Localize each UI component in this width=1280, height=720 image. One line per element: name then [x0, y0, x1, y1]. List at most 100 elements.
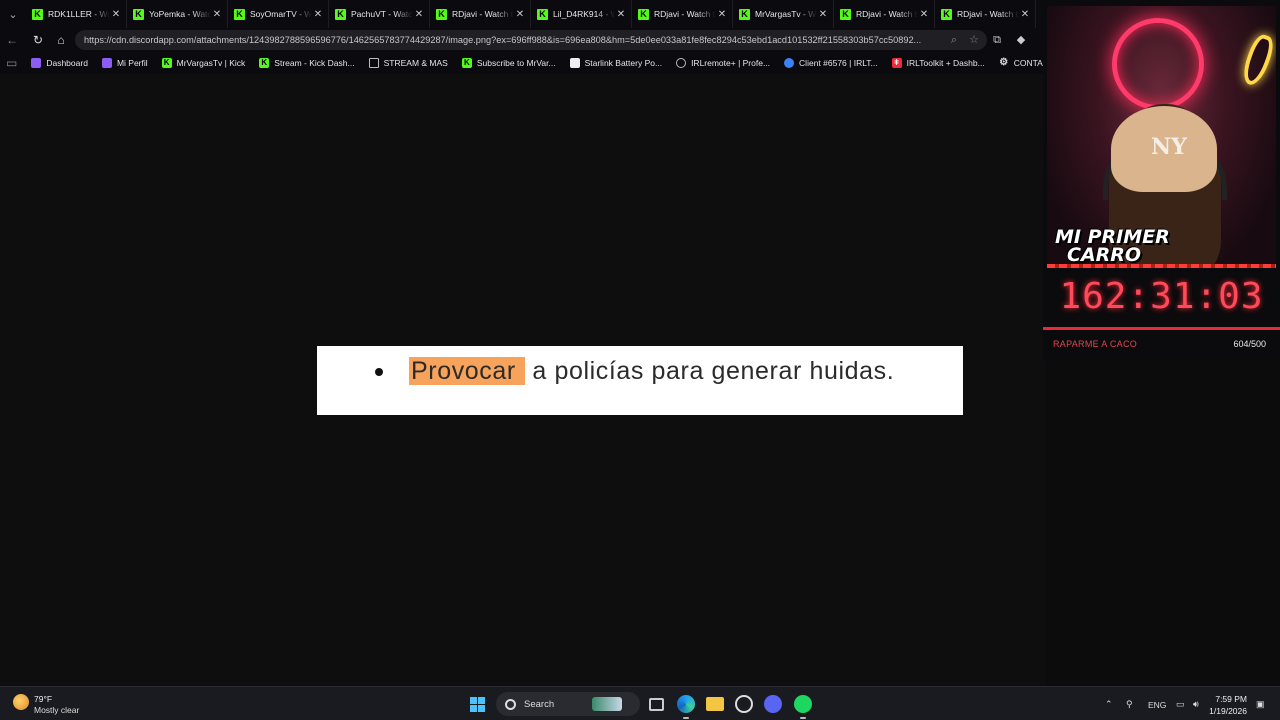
windows-start-icon[interactable] [470, 697, 485, 712]
bookmark-item[interactable]: Dashboard [31, 58, 88, 68]
bookmark-item[interactable]: K Stream - Kick Dash... [259, 58, 355, 68]
bluetooth-tray-icon[interactable]: ⚲ [1126, 699, 1133, 710]
overlay-title-line2: CARRO [1067, 244, 1142, 266]
task-view-icon[interactable] [649, 698, 664, 711]
bookmark-folder-icon [368, 58, 379, 68]
tab-close-icon[interactable]: ✕ [110, 9, 122, 20]
spotify-running-indicator [800, 717, 806, 719]
file-explorer-icon[interactable] [706, 697, 724, 711]
bookmark-label: Subscribe to MrVar... [476, 58, 556, 68]
tab-list-chevron-icon[interactable]: ⌄ [0, 0, 26, 28]
url-text[interactable]: https://cdn.discordapp.com/attachments/1… [84, 35, 929, 45]
slide-sentence: a policías para generar huidas. [524, 357, 895, 385]
bookmark-doc-icon [569, 58, 580, 68]
browser-tab[interactable]: K RDjavi - Watch the✕ [834, 0, 935, 28]
goal-progress-bar [1043, 327, 1280, 330]
browser-tab[interactable]: K RDjavi - Watch the✕ [935, 0, 1036, 28]
obs-icon[interactable] [735, 695, 753, 713]
cam-border [1047, 264, 1276, 268]
search-highlight-icon [592, 697, 623, 711]
bookmark-item[interactable]: Mi Perfil [101, 58, 148, 68]
weather-desc[interactable]: Mostly clear [34, 705, 79, 715]
tab-close-icon[interactable]: ✕ [918, 9, 930, 20]
bookmark-purple-icon [101, 58, 112, 68]
tab-title: RDjavi - Watch the [654, 9, 716, 19]
kick-favicon-icon: K [941, 8, 952, 20]
bookmark-label: STREAM & MAS [383, 58, 448, 68]
favorite-star-icon[interactable]: ☆ [967, 33, 981, 47]
language-indicator[interactable]: ENG [1148, 700, 1166, 710]
profile-icon[interactable]: ◆ [1014, 33, 1028, 47]
bookmark-label: MrVargasTv | Kick [176, 58, 246, 68]
volume-icon[interactable]: 🔊︎ [1193, 699, 1199, 710]
browser-tab[interactable]: K SoyOmarTV - Watch✕ [228, 0, 329, 28]
extensions-icon[interactable]: ⧉ [990, 33, 1004, 47]
tab-close-icon[interactable]: ✕ [716, 9, 728, 20]
tray-overflow-icon[interactable]: ⌃ [1105, 699, 1113, 710]
taskbar-search[interactable]: Search [496, 692, 640, 716]
notification-icon[interactable]: ▣ [1256, 699, 1265, 710]
taskbar: 79°F Mostly clear Search ⌃ ⚲ ENG ▭ 🔊︎ 7:… [0, 686, 1280, 720]
bookmark-item[interactable]: STREAM & MAS [368, 58, 448, 68]
bookmark-item[interactable]: Starlink Battery Po... [569, 58, 663, 68]
browser-tab[interactable]: K RDjavi - Watch the✕ [430, 0, 531, 28]
bookmark-item[interactable]: K MrVargasTv | Kick [161, 58, 246, 68]
tab-close-icon[interactable]: ✕ [211, 9, 223, 20]
kick-favicon-icon: K [234, 8, 245, 20]
goal-count: 604/500 [1233, 339, 1266, 349]
search-label: Search [524, 698, 555, 710]
goal-label: RAPARME A CACO [1053, 339, 1138, 349]
browser-tab[interactable]: K RDK1LLER - Watch✕ [26, 0, 127, 28]
home-button[interactable]: ⌂ [49, 28, 73, 52]
tab-title: RDjavi - Watch the [856, 9, 918, 19]
weather-icon[interactable] [13, 694, 29, 710]
bullet-point [375, 368, 383, 376]
reload-button[interactable]: ↻ [26, 28, 50, 52]
bookmark-kick-icon: K [461, 58, 472, 68]
bookmark-item[interactable]: Client #6576 | IRLT... [784, 58, 878, 68]
clock-date[interactable]: 1/19/2026 [1209, 706, 1247, 716]
weather-temp[interactable]: 79°F [34, 694, 52, 704]
tab-close-icon[interactable]: ✕ [817, 9, 829, 20]
spotify-icon[interactable] [794, 695, 812, 713]
network-icon[interactable]: ▭ [1176, 699, 1185, 710]
browser-tab[interactable]: K MrVargasTv - Watch✕ [733, 0, 834, 28]
stream-overlay: NY MI PRIMER CARRO 162:31:03 RAPARME A CA… [1043, 0, 1280, 360]
discord-icon[interactable] [764, 695, 782, 713]
tab-title: RDjavi - Watch the [452, 9, 514, 19]
kick-favicon-icon: K [335, 8, 346, 20]
address-bar[interactable]: https://cdn.discordapp.com/attachments/1… [75, 30, 987, 50]
goal-progress-fill [1043, 327, 1280, 330]
browser-tab[interactable]: K PachuVT - Watch ✕ [329, 0, 430, 28]
tab-close-icon[interactable]: ✕ [514, 9, 526, 20]
kick-favicon-icon: K [133, 8, 144, 20]
search-icon [505, 698, 516, 710]
browser-tab[interactable]: K RDjavi - Watch the✕ [632, 0, 733, 28]
tab-close-icon[interactable]: ✕ [615, 9, 627, 20]
browser-tab[interactable]: K Lil_D4RK914 - Watch✕ [531, 0, 632, 28]
bookmark-item[interactable]: IRLremote+ | Profe... [676, 58, 770, 68]
webcam-feed: NY MI PRIMER CARRO [1047, 6, 1276, 268]
clock-time[interactable]: 7:59 PM [1215, 694, 1247, 704]
tab-close-icon[interactable]: ✕ [413, 9, 425, 20]
bookmark-item[interactable]: K Subscribe to MrVar... [461, 58, 556, 68]
bookmark-item[interactable]: ǂ IRLToolkit + Dashb... [891, 58, 985, 68]
browser-tab[interactable]: K YoPemka - Watch ✕ [127, 0, 228, 28]
zoom-icon[interactable]: ⌕ [947, 33, 961, 47]
edge-icon[interactable] [677, 695, 695, 713]
highlighted-word: Provocar [409, 357, 525, 385]
collections-icon[interactable]: ▭ [6, 51, 17, 75]
bookmark-red-icon: ǂ [891, 58, 902, 68]
bookmark-label: Dashboard [46, 58, 88, 68]
bookmark-label: Starlink Battery Po... [584, 58, 663, 68]
tab-title: YoPemka - Watch [149, 9, 211, 19]
tab-title: Lil_D4RK914 - Watch [553, 9, 615, 19]
bookmarks-bar: ▭ Dashboard Mi Perfil K MrVargasTv | Kick K S… [0, 51, 1062, 75]
back-button[interactable]: ← [0, 28, 24, 52]
edge-running-indicator [683, 717, 689, 719]
tab-title: RDjavi - Watch the [957, 9, 1019, 19]
tab-close-icon[interactable]: ✕ [1019, 9, 1031, 20]
slide-image: Provocar a policías para generar huidas. [317, 346, 963, 415]
bookmark-kick-icon: K [259, 58, 270, 68]
tab-close-icon[interactable]: ✕ [312, 9, 324, 20]
